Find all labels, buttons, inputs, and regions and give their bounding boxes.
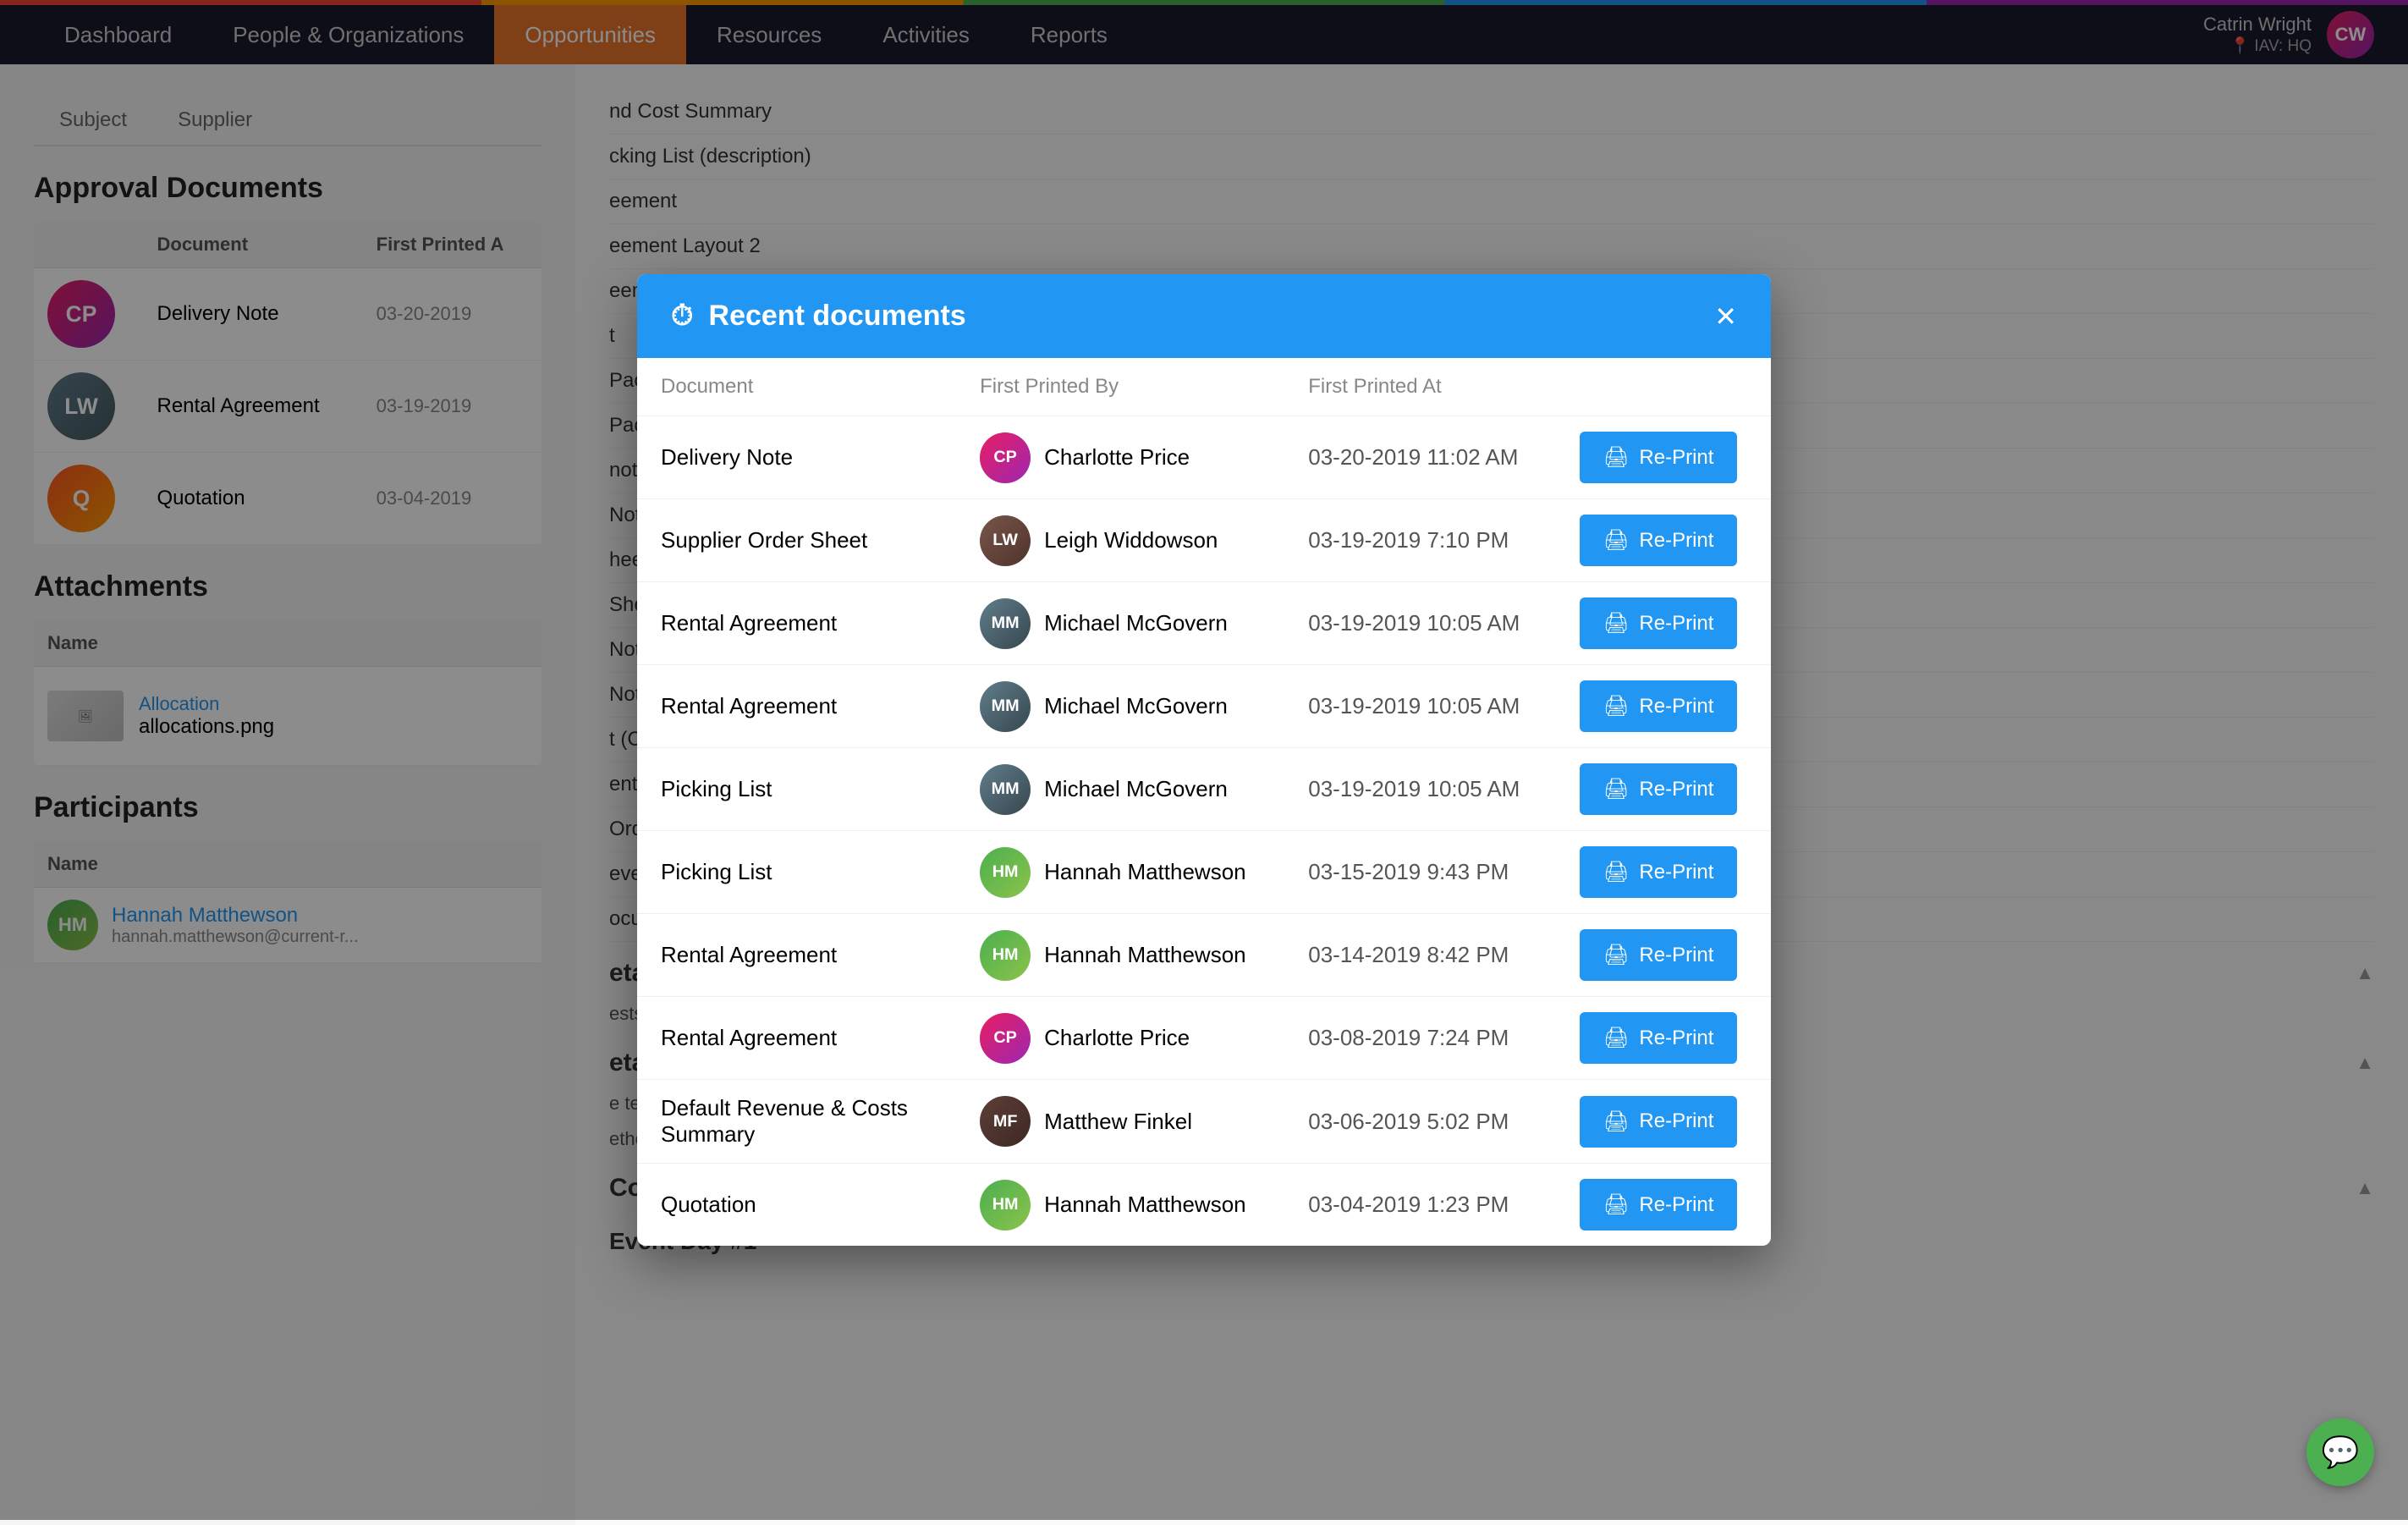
table-row: Default Revenue & Costs Summary MF Matthew… bbox=[637, 1080, 1771, 1164]
modal-date: 03-14-2019 8:42 PM bbox=[1284, 914, 1556, 997]
modal-user-cell: HM Hannah Matthewson bbox=[956, 914, 1284, 997]
modal-doc-name: Default Revenue & Costs Summary bbox=[637, 1080, 956, 1164]
table-row: Rental Agreement MM Michael McGovern 03-19-… bbox=[637, 665, 1771, 748]
table-row: Picking List HM Hannah Matthewson 03-15-201… bbox=[637, 831, 1771, 914]
table-row: Quotation HM Hannah Matthewson 03-04-2019 1… bbox=[637, 1164, 1771, 1247]
table-row: Picking List MM Michael McGovern 03-19-2019… bbox=[637, 748, 1771, 831]
reprint-button[interactable]: 🖨 Re-Print bbox=[1580, 597, 1738, 649]
reprint-button[interactable]: 🖨 Re-Print bbox=[1580, 763, 1738, 815]
modal-documents-table: Document First Printed By First Printed … bbox=[637, 358, 1771, 1246]
modal-date: 03-19-2019 7:10 PM bbox=[1284, 499, 1556, 582]
reprint-button[interactable]: 🖨 Re-Print bbox=[1580, 432, 1738, 483]
modal-user-cell: MM Michael McGovern bbox=[956, 582, 1284, 665]
modal-col-action bbox=[1556, 358, 1771, 416]
modal-close-button[interactable]: ✕ bbox=[1714, 303, 1737, 330]
modal-doc-name: Delivery Note bbox=[637, 416, 956, 499]
modal-doc-name: Quotation bbox=[637, 1164, 956, 1247]
recent-documents-modal: ⏱ Recent documents ✕ Document First Prin… bbox=[637, 274, 1771, 1246]
modal-col-printed-at: First Printed At bbox=[1284, 358, 1556, 416]
avatar: CP bbox=[980, 1013, 1031, 1064]
table-row: Delivery Note CP Charlotte Price 03-20-2019… bbox=[637, 416, 1771, 499]
avatar: MM bbox=[980, 598, 1031, 649]
printer-icon: 🖨 bbox=[1603, 777, 1629, 801]
clock-icon: ⏱ bbox=[671, 300, 694, 333]
modal-header: ⏱ Recent documents ✕ bbox=[637, 274, 1771, 358]
modal-user-cell: CP Charlotte Price bbox=[956, 997, 1284, 1080]
modal-user-cell: HM Hannah Matthewson bbox=[956, 831, 1284, 914]
printer-icon: 🖨 bbox=[1603, 1109, 1629, 1134]
printer-icon: 🖨 bbox=[1603, 943, 1629, 967]
modal-doc-name: Rental Agreement bbox=[637, 665, 956, 748]
user-name: Charlotte Price bbox=[1044, 1025, 1190, 1051]
modal-date: 03-06-2019 5:02 PM bbox=[1284, 1080, 1556, 1164]
avatar: HM bbox=[980, 930, 1031, 981]
modal-doc-name: Rental Agreement bbox=[637, 582, 956, 665]
reprint-button[interactable]: 🖨 Re-Print bbox=[1580, 680, 1738, 732]
user-name: Michael McGovern bbox=[1044, 776, 1228, 802]
modal-date: 03-08-2019 7:24 PM bbox=[1284, 997, 1556, 1080]
modal-overlay[interactable]: ⏱ Recent documents ✕ Document First Prin… bbox=[0, 0, 2408, 1520]
reprint-button[interactable]: 🖨 Re-Print bbox=[1580, 1179, 1738, 1230]
printer-icon: 🖨 bbox=[1603, 445, 1629, 470]
avatar: HM bbox=[980, 1180, 1031, 1230]
chat-icon: 💬 bbox=[2322, 1434, 2360, 1470]
reprint-button[interactable]: 🖨 Re-Print bbox=[1580, 929, 1738, 981]
modal-doc-name: Rental Agreement bbox=[637, 997, 956, 1080]
modal-user-cell: MF Matthew Finkel bbox=[956, 1080, 1284, 1164]
printer-icon: 🖨 bbox=[1603, 860, 1629, 884]
modal-doc-name: Picking List bbox=[637, 748, 956, 831]
chat-fab-button[interactable]: 💬 bbox=[2306, 1418, 2374, 1486]
modal-body: Document First Printed By First Printed … bbox=[637, 358, 1771, 1246]
user-name: Hannah Matthewson bbox=[1044, 1192, 1245, 1218]
modal-user-cell: MM Michael McGovern bbox=[956, 665, 1284, 748]
modal-date: 03-20-2019 11:02 AM bbox=[1284, 416, 1556, 499]
modal-date: 03-19-2019 10:05 AM bbox=[1284, 665, 1556, 748]
table-row: Rental Agreement HM Hannah Matthewson 03-14… bbox=[637, 914, 1771, 997]
reprint-button[interactable]: 🖨 Re-Print bbox=[1580, 1096, 1738, 1148]
user-name: Michael McGovern bbox=[1044, 693, 1228, 719]
reprint-button[interactable]: 🖨 Re-Print bbox=[1580, 515, 1738, 566]
modal-user-cell: CP Charlotte Price bbox=[956, 416, 1284, 499]
modal-col-document: Document bbox=[637, 358, 956, 416]
printer-icon: 🖨 bbox=[1603, 1026, 1629, 1050]
modal-date: 03-15-2019 9:43 PM bbox=[1284, 831, 1556, 914]
modal-user-cell: HM Hannah Matthewson bbox=[956, 1164, 1284, 1247]
table-row: Rental Agreement MM Michael McGovern 03-19-… bbox=[637, 582, 1771, 665]
printer-icon: 🖨 bbox=[1603, 611, 1629, 636]
modal-date: 03-04-2019 1:23 PM bbox=[1284, 1164, 1556, 1247]
reprint-button[interactable]: 🖨 Re-Print bbox=[1580, 1012, 1738, 1064]
printer-icon: 🖨 bbox=[1603, 528, 1629, 553]
modal-doc-name: Picking List bbox=[637, 831, 956, 914]
modal-doc-name: Rental Agreement bbox=[637, 914, 956, 997]
user-name: Hannah Matthewson bbox=[1044, 859, 1245, 885]
user-name: Charlotte Price bbox=[1044, 444, 1190, 471]
table-row: Rental Agreement CP Charlotte Price 03-08-2… bbox=[637, 997, 1771, 1080]
modal-doc-name: Supplier Order Sheet bbox=[637, 499, 956, 582]
user-name: Hannah Matthewson bbox=[1044, 942, 1245, 968]
avatar: HM bbox=[980, 847, 1031, 898]
user-name: Matthew Finkel bbox=[1044, 1109, 1192, 1135]
printer-icon: 🖨 bbox=[1603, 1192, 1629, 1217]
user-name: Leigh Widdowson bbox=[1044, 527, 1218, 553]
table-row: Supplier Order Sheet LW Leigh Widdowson 03-… bbox=[637, 499, 1771, 582]
modal-col-printed-by: First Printed By bbox=[956, 358, 1284, 416]
modal-date: 03-19-2019 10:05 AM bbox=[1284, 748, 1556, 831]
modal-title: ⏱ Recent documents bbox=[671, 300, 966, 333]
modal-date: 03-19-2019 10:05 AM bbox=[1284, 582, 1556, 665]
avatar: MM bbox=[980, 681, 1031, 732]
reprint-button[interactable]: 🖨 Re-Print bbox=[1580, 846, 1738, 898]
avatar: LW bbox=[980, 515, 1031, 566]
avatar: MM bbox=[980, 764, 1031, 815]
modal-user-cell: LW Leigh Widdowson bbox=[956, 499, 1284, 582]
avatar: CP bbox=[980, 432, 1031, 483]
printer-icon: 🖨 bbox=[1603, 694, 1629, 718]
user-name: Michael McGovern bbox=[1044, 610, 1228, 636]
modal-user-cell: MM Michael McGovern bbox=[956, 748, 1284, 831]
avatar: MF bbox=[980, 1096, 1031, 1147]
